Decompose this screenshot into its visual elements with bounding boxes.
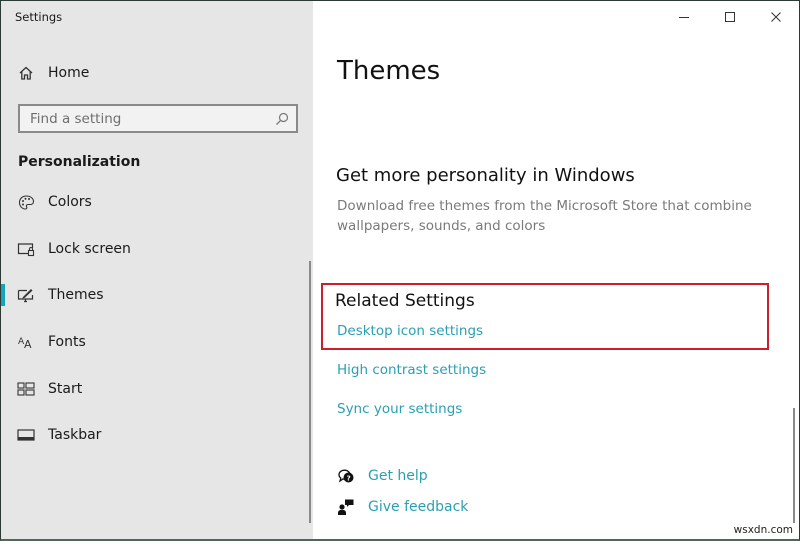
sidebar-scrollbar[interactable] xyxy=(309,261,311,523)
feedback-icon xyxy=(337,498,355,516)
app-title: Settings xyxy=(15,10,63,24)
home-icon xyxy=(17,64,35,82)
search-box[interactable] xyxy=(18,104,298,133)
start-icon xyxy=(17,380,35,398)
sync-settings-link[interactable]: Sync your settings xyxy=(337,401,462,417)
get-help-icon: ? xyxy=(337,467,355,485)
related-settings-heading: Related Settings xyxy=(335,291,475,311)
promo-description: Download free themes from the Microsoft … xyxy=(337,198,752,234)
give-feedback-label: Give feedback xyxy=(368,499,469,515)
minimize-icon xyxy=(678,8,690,27)
desktop-icon-settings-link[interactable]: Desktop icon settings xyxy=(337,323,483,339)
close-button[interactable] xyxy=(753,1,799,33)
get-help-link[interactable]: ? Get help xyxy=(337,465,428,487)
watermark: wsxdn.com xyxy=(733,524,793,536)
get-help-label: Get help xyxy=(368,468,428,484)
search-input[interactable] xyxy=(20,110,260,127)
themes-icon xyxy=(17,286,35,304)
sidebar-item-taskbar[interactable]: Taskbar xyxy=(1,417,301,453)
section-title: Personalization xyxy=(18,154,141,170)
sidebar-item-label: Taskbar xyxy=(48,427,102,443)
sidebar-item-label: Start xyxy=(48,381,83,397)
fonts-icon: AA xyxy=(17,333,35,351)
settings-window: Settings Home Personalization Colors Lo xyxy=(0,0,800,541)
sidebar-item-start[interactable]: Start xyxy=(1,371,301,407)
give-feedback-link[interactable]: Give feedback xyxy=(337,496,468,518)
sidebar-item-label: Fonts xyxy=(48,334,86,350)
sidebar-item-label: Themes xyxy=(48,287,104,303)
lock-screen-icon xyxy=(17,240,35,258)
high-contrast-settings-link[interactable]: High contrast settings xyxy=(337,362,486,378)
window-controls xyxy=(661,1,799,33)
close-icon xyxy=(770,8,782,27)
sidebar-item-themes[interactable]: Themes xyxy=(1,277,301,313)
sidebar-item-fonts[interactable]: AA Fonts xyxy=(1,324,301,360)
main-scrollbar[interactable] xyxy=(793,408,795,523)
sidebar-item-label: Colors xyxy=(48,194,92,210)
maximize-icon xyxy=(724,8,736,27)
main-content: Themes Get more personality in Windows D… xyxy=(313,1,799,539)
sidebar-item-home[interactable]: Home xyxy=(1,55,301,91)
maximize-button[interactable] xyxy=(707,1,753,33)
sidebar-item-lock-screen[interactable]: Lock screen xyxy=(1,231,301,267)
promo-heading: Get more personality in Windows xyxy=(336,165,635,186)
sidebar: Settings Home Personalization Colors Lo xyxy=(1,1,313,539)
minimize-button[interactable] xyxy=(661,1,707,33)
sidebar-item-label: Lock screen xyxy=(48,241,131,257)
taskbar-icon xyxy=(17,426,35,444)
search-icon[interactable] xyxy=(274,111,290,127)
svg-text:?: ? xyxy=(347,475,351,483)
palette-icon xyxy=(17,193,35,211)
sidebar-item-label: Home xyxy=(48,65,90,81)
sidebar-item-colors[interactable]: Colors xyxy=(1,184,301,220)
svg-text:A: A xyxy=(24,338,32,350)
page-title: Themes xyxy=(337,56,441,86)
active-indicator xyxy=(1,284,5,306)
